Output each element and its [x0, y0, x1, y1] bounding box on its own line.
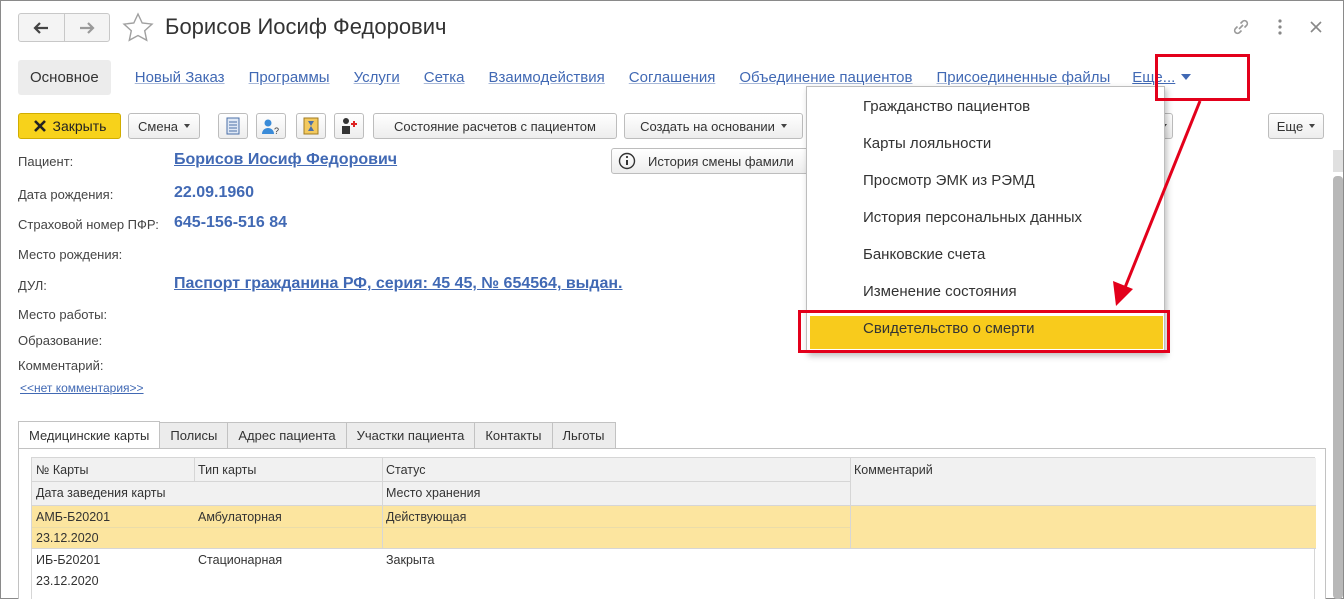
annotation-arrow [1113, 100, 1202, 306]
